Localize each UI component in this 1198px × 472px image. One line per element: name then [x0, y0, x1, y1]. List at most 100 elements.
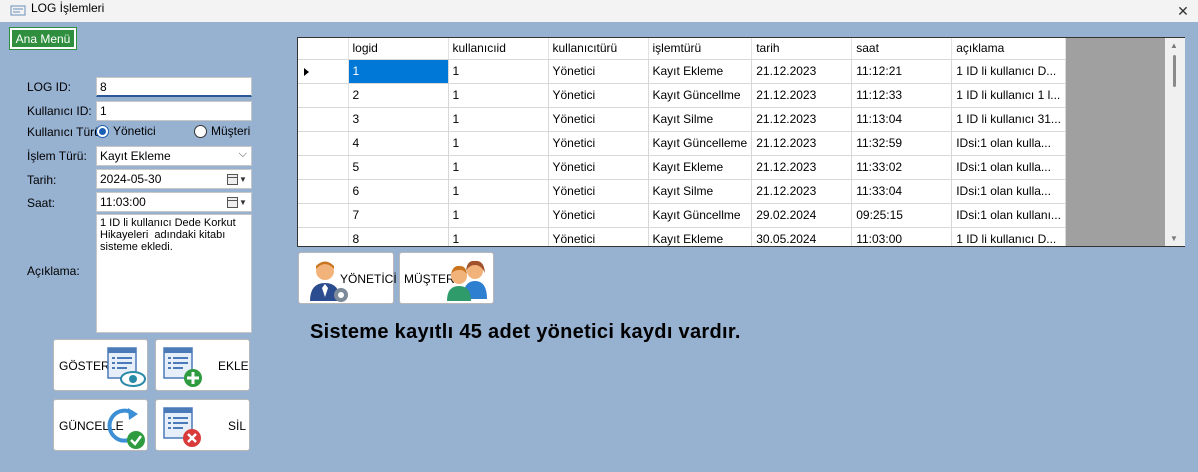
table-cell[interactable]: 1 ID li kullanıcı 31...	[951, 107, 1066, 132]
table-cell[interactable]: 1	[348, 59, 449, 84]
table-row[interactable]: 7 1 Yönetici Kayıt Güncellme 29.02.2024 09:25…	[298, 203, 1066, 228]
row-header[interactable]	[298, 179, 349, 204]
log-id-input[interactable]: 8	[96, 77, 252, 97]
table-cell[interactable]: 1	[448, 107, 549, 132]
table-cell[interactable]: 3	[348, 107, 449, 132]
table-cell[interactable]: 8	[348, 227, 449, 246]
table-row[interactable]: 3 1 Yönetici Kayıt Silme 21.12.2023 11:13:04 1…	[298, 107, 1066, 132]
update-button[interactable]: GÜNCELLE	[53, 399, 148, 451]
table-cell[interactable]: Kayıt Silme	[648, 179, 753, 204]
table-row[interactable]: 5 1 Yönetici Kayıt Ekleme 21.12.2023 11:33:02…	[298, 155, 1066, 180]
admin-filter-button[interactable]: YÖNETİCİ	[298, 252, 397, 304]
description-textarea[interactable]: 1 ID li kullanıcı Dede Korkut Hikayeleri…	[96, 214, 252, 333]
row-header[interactable]	[298, 227, 349, 246]
table-cell[interactable]: 21.12.2023	[751, 59, 853, 84]
column-header[interactable]: tarih	[751, 38, 853, 60]
table-cell[interactable]: 4	[348, 131, 449, 156]
table-cell[interactable]: Yönetici	[548, 203, 649, 228]
table-cell[interactable]: 11:03:00	[851, 227, 953, 246]
main-menu-button[interactable]: Ana Menü	[9, 27, 77, 50]
table-cell[interactable]: 11:33:02	[851, 155, 953, 180]
table-cell[interactable]: 1	[448, 155, 549, 180]
date-picker[interactable]: 2024-05-30 ▼	[96, 169, 252, 189]
calendar-icon[interactable]: ▼	[227, 173, 247, 185]
table-cell[interactable]: 1	[448, 83, 549, 108]
row-header[interactable]	[298, 131, 349, 156]
table-cell[interactable]: Kayıt Güncelleme	[648, 131, 753, 156]
table-cell[interactable]: 29.02.2024	[751, 203, 853, 228]
table-cell[interactable]: Yönetici	[548, 131, 649, 156]
table-cell[interactable]: IDsi:1 olan kulla...	[951, 155, 1066, 180]
chevron-down-icon[interactable]: ⌵	[239, 148, 247, 161]
column-header[interactable]: açıklama	[951, 38, 1066, 60]
table-cell[interactable]: 21.12.2023	[751, 107, 853, 132]
log-data-grid[interactable]: logid kullanıcıid kullanıcıtürü işlemtür…	[297, 37, 1185, 247]
table-cell[interactable]: Kayıt Güncellme	[648, 203, 753, 228]
table-cell[interactable]: IDsi:1 olan kulla...	[951, 179, 1066, 204]
user-id-input[interactable]: 1	[96, 101, 252, 121]
time-picker[interactable]: 11:03:00 ▼	[96, 192, 252, 212]
radio-customer-dot[interactable]	[194, 124, 207, 138]
table-cell[interactable]: 21.12.2023	[751, 179, 853, 204]
table-row[interactable]: 2 1 Yönetici Kayıt Güncellme 21.12.2023 11:12…	[298, 83, 1066, 108]
row-header[interactable]	[298, 155, 349, 180]
table-cell[interactable]: 1	[448, 131, 549, 156]
table-cell[interactable]: IDsi:1 olan kulla...	[951, 131, 1066, 156]
table-cell[interactable]: Kayıt Güncellme	[648, 83, 753, 108]
scroll-thumb[interactable]	[1173, 55, 1176, 87]
table-cell[interactable]: Yönetici	[548, 83, 649, 108]
operation-select[interactable]: Kayıt Ekleme ⌵	[96, 146, 252, 166]
customer-filter-button[interactable]: MÜŞTERİ	[399, 252, 494, 304]
table-row[interactable]: 8 1 Yönetici Kayıt Ekleme 30.05.2024 11:03:00…	[298, 227, 1066, 246]
table-cell[interactable]: 1	[448, 203, 549, 228]
table-cell[interactable]: Kayıt Silme	[648, 107, 753, 132]
table-cell[interactable]: Yönetici	[548, 179, 649, 204]
table-cell[interactable]: Yönetici	[548, 59, 649, 84]
row-header[interactable]	[298, 203, 349, 228]
column-header[interactable]: kullanıcıtürü	[548, 38, 649, 60]
column-header[interactable]: logid	[348, 38, 449, 60]
add-button[interactable]: EKLE	[155, 339, 250, 391]
table-cell[interactable]: 11:12:33	[851, 83, 953, 108]
calendar-icon[interactable]: ▼	[227, 196, 247, 208]
table-row[interactable]: 6 1 Yönetici Kayıt Silme 21.12.2023 11:33:04 …	[298, 179, 1066, 204]
table-cell[interactable]: 11:13:04	[851, 107, 953, 132]
table-cell[interactable]: 21.12.2023	[751, 131, 853, 156]
table-cell[interactable]: 1 ID li kullanıcı D...	[951, 227, 1066, 246]
row-header[interactable]	[298, 83, 349, 108]
close-icon[interactable]: ✕	[1168, 0, 1198, 22]
column-header[interactable]: kullanıcıid	[448, 38, 549, 60]
table-cell[interactable]: 7	[348, 203, 449, 228]
scroll-up-icon[interactable]: ▲	[1170, 41, 1178, 50]
table-cell[interactable]: 11:12:21	[851, 59, 953, 84]
table-cell[interactable]: 1 ID li kullanıcı 1 l...	[951, 83, 1066, 108]
radio-customer[interactable]: Müşteri	[194, 124, 250, 138]
table-row[interactable]: 1 1 Yönetici Kayıt Ekleme 21.12.2023 11:12:21…	[298, 59, 1066, 84]
delete-button[interactable]: SİL	[155, 399, 250, 451]
table-cell[interactable]: 1 ID li kullanıcı D...	[951, 59, 1066, 84]
table-cell[interactable]: 21.12.2023	[751, 155, 853, 180]
table-cell[interactable]: Yönetici	[548, 227, 649, 246]
show-button[interactable]: GÖSTER	[53, 339, 148, 391]
table-cell[interactable]: 2	[348, 83, 449, 108]
table-cell[interactable]: 30.05.2024	[751, 227, 853, 246]
table-cell[interactable]: 09:25:15	[851, 203, 953, 228]
table-cell[interactable]: 1	[448, 179, 549, 204]
table-cell[interactable]: Kayıt Ekleme	[648, 59, 753, 84]
table-cell[interactable]: Kayıt Ekleme	[648, 155, 753, 180]
column-header[interactable]: işlemtürü	[648, 38, 753, 60]
table-cell[interactable]: Kayıt Ekleme	[648, 227, 753, 246]
table-cell[interactable]: 21.12.2023	[751, 83, 853, 108]
radio-admin[interactable]: Yönetici	[96, 124, 156, 138]
scroll-down-icon[interactable]: ▼	[1170, 234, 1178, 243]
table-cell[interactable]: IDsi:1 olan kullanı...	[951, 203, 1066, 228]
table-cell[interactable]: Yönetici	[548, 155, 649, 180]
table-cell[interactable]: 1	[448, 59, 549, 84]
table-cell[interactable]: 11:33:04	[851, 179, 953, 204]
row-header[interactable]	[298, 107, 349, 132]
table-cell[interactable]: Yönetici	[548, 107, 649, 132]
column-header[interactable]: saat	[851, 38, 953, 60]
radio-admin-dot[interactable]	[96, 124, 109, 138]
table-cell[interactable]: 5	[348, 155, 449, 180]
table-row[interactable]: 4 1 Yönetici Kayıt Güncelleme 21.12.2023 11:3…	[298, 131, 1066, 156]
